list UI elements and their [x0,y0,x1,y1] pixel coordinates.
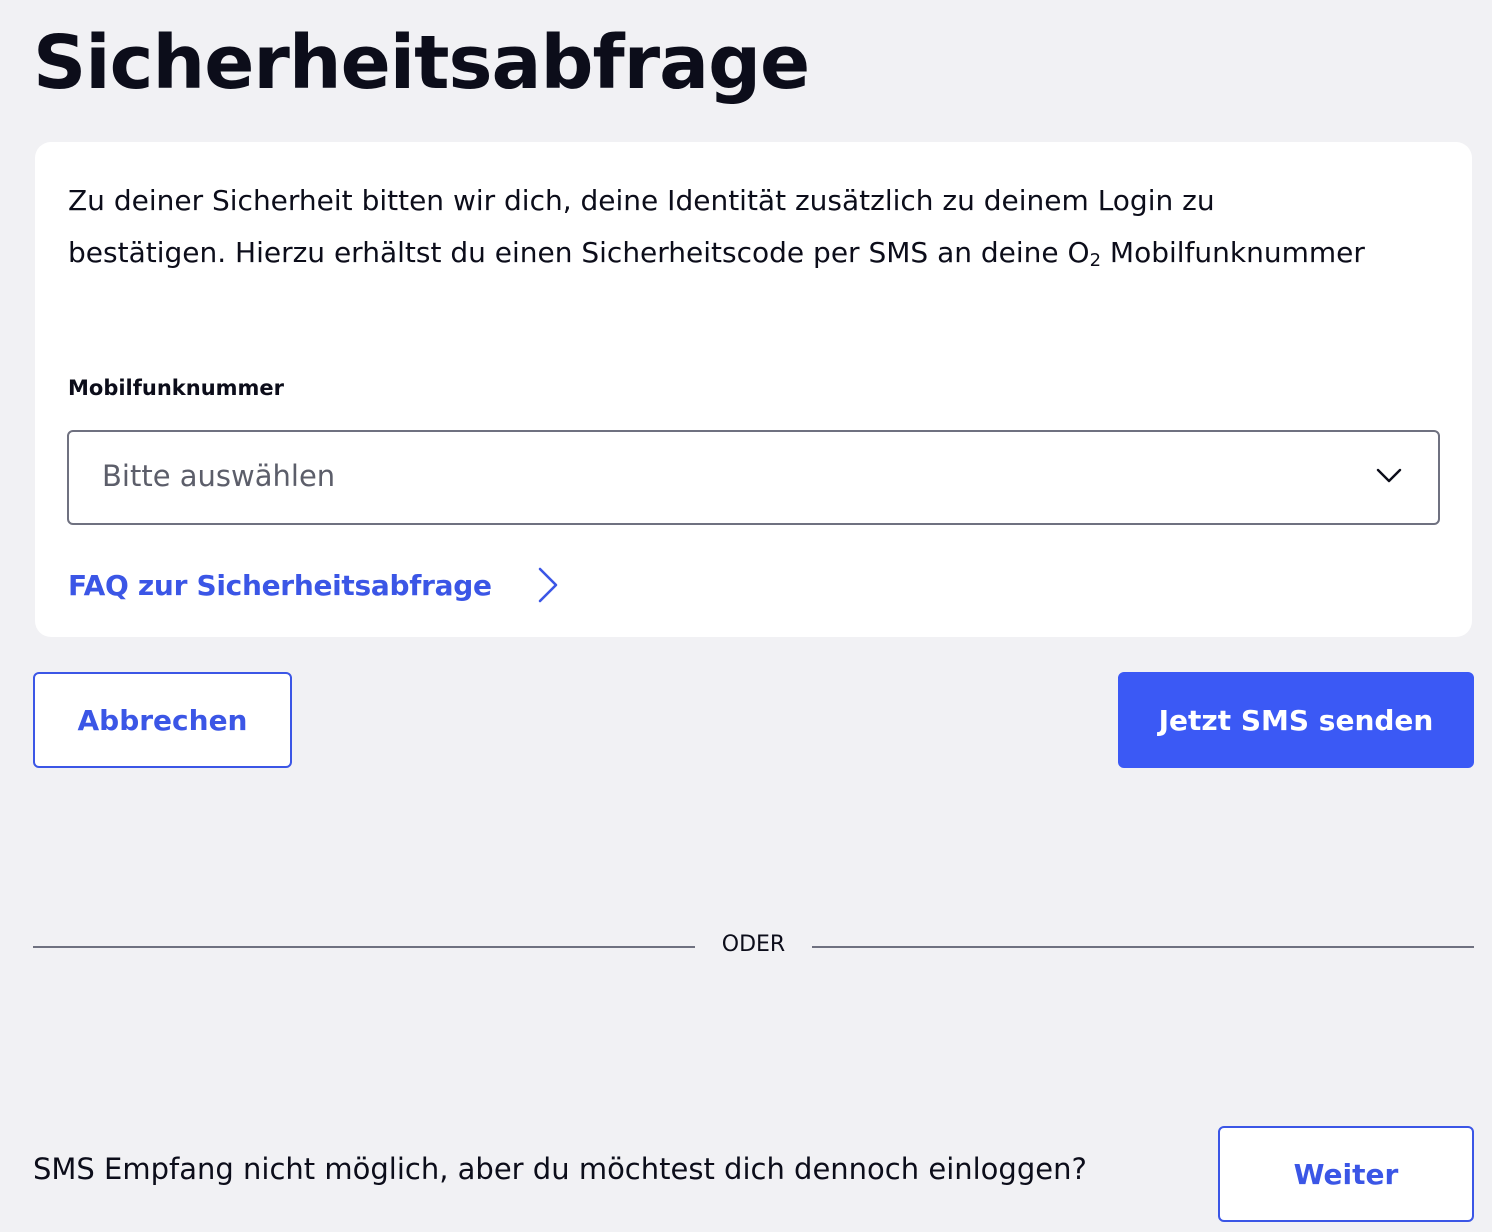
mobile-number-label: Mobilfunknummer [68,376,285,400]
chevron-right-icon [538,567,557,603]
send-sms-button[interactable]: Jetzt SMS senden [1118,672,1474,768]
intro-text-subscript: 2 [1089,250,1102,271]
intro-text: Zu deiner Sicherheit bitten wir dich, de… [68,175,1368,279]
faq-link[interactable]: FAQ zur Sicherheitsabfrage [68,560,562,610]
continue-button[interactable]: Weiter [1218,1126,1474,1222]
divider-line-left [33,946,695,948]
fallback-text: SMS Empfang nicht möglich, aber du möcht… [33,1152,1087,1186]
chevron-down-icon [1376,468,1402,483]
divider-line-right [812,946,1474,948]
cancel-button[interactable]: Abbrechen [33,672,292,768]
page-title: Sicherheitsabfrage [33,20,810,106]
security-card: Zu deiner Sicherheit bitten wir dich, de… [35,142,1472,637]
mobile-number-select[interactable]: Bitte auswählen [67,430,1440,525]
intro-text-main: Zu deiner Sicherheit bitten wir dich, de… [68,184,1215,269]
divider-label: ODER [721,932,786,957]
faq-link-label: FAQ zur Sicherheitsabfrage [68,568,492,602]
or-divider: ODER [33,928,1474,966]
select-placeholder: Bitte auswählen [102,459,336,493]
intro-text-end: Mobilfunknummer [1101,236,1365,269]
